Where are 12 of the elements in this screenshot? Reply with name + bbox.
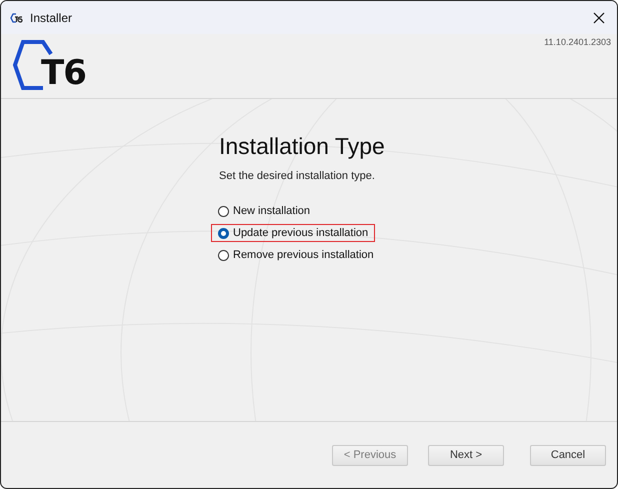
app-icon — [10, 12, 24, 24]
installation-option[interactable]: Remove previous installation — [211, 246, 381, 264]
logo-text: T6 — [41, 53, 86, 93]
installation-option[interactable]: Update previous installation — [211, 224, 376, 242]
version-number: 11.10.2401.2303 — [544, 37, 611, 47]
close-icon[interactable] — [593, 12, 605, 24]
wizard-button[interactable]: Cancel — [530, 444, 606, 466]
page-subtitle: Set the desired installation type. — [219, 170, 376, 182]
window-title: Installer — [30, 10, 74, 24]
page-title: Installation Type — [219, 133, 386, 160]
wizard-button[interactable]: Next > — [428, 444, 504, 466]
installation-option[interactable]: New installation — [211, 202, 318, 220]
